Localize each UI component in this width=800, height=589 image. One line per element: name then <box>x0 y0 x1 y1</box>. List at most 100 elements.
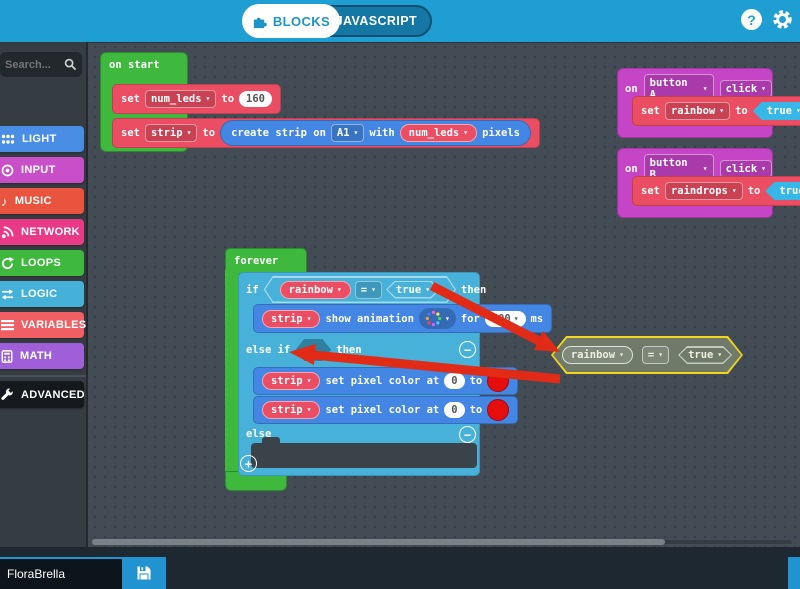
index-value: 0 <box>451 375 457 387</box>
project-name-input[interactable] <box>0 557 122 589</box>
if-condition-row[interactable]: if rainbow ▾ = ▾ true ▾ <box>240 276 486 303</box>
color-swatch-red[interactable] <box>487 370 509 392</box>
show-animation-block[interactable]: strip ▾ show animation ▾ for 500 ▾ ms <box>253 304 552 333</box>
sidebar-item-loops[interactable]: LOOPS <box>0 250 84 276</box>
sidebar-item-label: MUSIC <box>15 195 52 207</box>
duration-dropdown[interactable]: 500 ▾ <box>485 311 526 327</box>
dropdown-caret: ▾ <box>371 286 376 294</box>
search-icon <box>64 58 77 71</box>
save-floppy-icon <box>136 565 152 581</box>
sidebar-item-input[interactable]: INPUT <box>0 157 84 183</box>
empty-condition-slot[interactable] <box>295 339 331 361</box>
for-keyword: for <box>461 313 480 325</box>
dropdown-caret: ▾ <box>619 351 624 359</box>
settings-gear-icon[interactable] <box>771 8 794 31</box>
forever-block-spine <box>225 270 239 475</box>
else-if-row[interactable]: else if then <box>240 337 362 363</box>
empty-statement-slot[interactable] <box>251 443 477 468</box>
pin-dropdown[interactable]: A1 ▾ <box>331 124 364 142</box>
help-label: ? <box>747 12 756 28</box>
strip-variable-pill[interactable]: strip ▾ <box>262 372 320 390</box>
makecode-editor: { } JAVASCRIPT BLOCKS ? <box>0 0 800 589</box>
tab-blocks[interactable]: BLOCKS <box>242 4 340 38</box>
dropdown-caret: ▾ <box>307 315 312 323</box>
tab-javascript-label: JAVASCRIPT <box>336 14 417 28</box>
horizontal-scrollbar-thumb[interactable] <box>92 539 665 545</box>
sidebar-item-light[interactable]: LIGHT <box>0 126 84 152</box>
dropdown-caret: ▾ <box>307 406 312 414</box>
dragged-condition-block[interactable]: rainbow ▾ = ▾ true ▾ <box>551 336 743 374</box>
boolean-true-block[interactable]: true ▾ <box>678 346 732 364</box>
minus-icon: − <box>464 344 471 356</box>
puzzle-icon <box>252 14 267 29</box>
boolean-true-block[interactable]: true ▾ <box>753 102 800 120</box>
loop-icon <box>1 257 14 270</box>
dropdown-caret: ▾ <box>796 107 800 115</box>
boolean-true-block[interactable]: true ▾ <box>765 182 800 200</box>
variable-name: rainbow <box>571 349 615 361</box>
set-num-leds-block[interactable]: set num_leds ▾ to 160 <box>112 84 281 114</box>
search-input[interactable] <box>5 59 64 71</box>
pixel-index-input[interactable]: 0 <box>444 402 464 418</box>
animation-picker-dropdown[interactable]: ▾ <box>419 308 456 329</box>
boolean-true-block[interactable]: true ▾ <box>386 281 440 299</box>
sidebar-item-label: LIGHT <box>22 133 57 145</box>
button-icon <box>1 164 14 177</box>
variable-dropdown[interactable]: raindrops ▾ <box>665 182 743 200</box>
forever-label: forever <box>234 255 278 267</box>
operator-dropdown[interactable]: = ▾ <box>355 281 382 299</box>
show-animation-label: show animation <box>325 313 414 325</box>
dropdown-caret: ▾ <box>732 187 737 195</box>
then-keyword: then <box>336 344 361 356</box>
variable-dropdown[interactable]: strip ▾ <box>145 124 197 142</box>
sidebar-item-music[interactable]: ♪ MUSIC <box>0 188 84 214</box>
set-keyword: set <box>121 127 140 139</box>
sidebar-item-variables[interactable]: VARIABLES <box>0 312 84 338</box>
number-input[interactable]: 160 <box>239 91 272 107</box>
strip-variable-pill[interactable]: strip ▾ <box>262 310 320 328</box>
pixel-index-input[interactable]: 0 <box>444 373 464 389</box>
save-button[interactable] <box>122 557 166 589</box>
set-raindrops-block[interactable]: set raindrops ▾ to true ▾ <box>632 176 800 206</box>
color-swatch-red[interactable] <box>487 399 509 421</box>
create-strip-block[interactable]: create strip on A1 ▾ with num_leds ▾ pix… <box>220 120 531 146</box>
rainbow-variable-pill[interactable]: rainbow ▾ <box>562 346 633 364</box>
help-button[interactable]: ? <box>741 9 762 30</box>
toolbox-sidebar: LIGHT INPUT ♪ MUSIC NETWORK <box>0 42 88 547</box>
operator-dropdown[interactable]: = ▾ <box>642 346 669 364</box>
variable-name: num_leds <box>151 93 202 105</box>
boolean-value: true <box>779 185 800 197</box>
corner-accent <box>788 557 800 589</box>
set-pixel-color-block[interactable]: strip ▾ set pixel color at 0 to <box>253 367 518 395</box>
variable-dropdown[interactable]: num_leds ▾ <box>145 90 216 108</box>
add-branch-button[interactable]: + <box>240 455 257 472</box>
num-leds-variable-pill[interactable]: num_leds ▾ <box>400 124 477 142</box>
search-box[interactable] <box>0 52 82 77</box>
set-strip-block[interactable]: set strip ▾ to create strip on A1 ▾ with… <box>112 118 540 148</box>
set-pixel-color-block[interactable]: strip ▾ set pixel color at 0 to <box>253 396 518 424</box>
comparison-block[interactable]: rainbow ▾ = ▾ true ▾ <box>264 276 456 303</box>
sidebar-item-math[interactable]: MATH <box>0 343 84 369</box>
to-keyword: to <box>221 93 234 105</box>
sidebar-item-advanced[interactable]: ADVANCED <box>0 381 84 408</box>
strip-variable-pill[interactable]: strip ▾ <box>262 401 320 419</box>
sidebar-item-network[interactable]: NETWORK <box>0 219 84 245</box>
set-rainbow-block[interactable]: set rainbow ▾ to true ▾ <box>632 96 800 126</box>
if-keyword: if <box>246 284 259 296</box>
calculator-icon <box>1 350 13 363</box>
dropdown-caret: ▾ <box>703 165 708 173</box>
rainbow-variable-pill[interactable]: rainbow ▾ <box>280 281 351 299</box>
dropdown-caret: ▾ <box>354 129 359 137</box>
to-keyword: to <box>202 127 215 139</box>
operator-value: = <box>361 284 367 296</box>
with-keyword: with <box>369 127 394 139</box>
broadcast-icon <box>1 226 14 239</box>
to-keyword: to <box>470 375 483 387</box>
pixels-keyword: pixels <box>482 127 520 139</box>
led-grid-icon <box>1 134 15 145</box>
else-if-keyword: else if <box>246 344 290 356</box>
sidebar-item-logic[interactable]: LOGIC <box>0 281 84 307</box>
variable-dropdown[interactable]: rainbow ▾ <box>665 102 730 120</box>
remove-branch-button[interactable]: − <box>459 341 476 358</box>
remove-branch-button[interactable]: − <box>459 426 476 443</box>
